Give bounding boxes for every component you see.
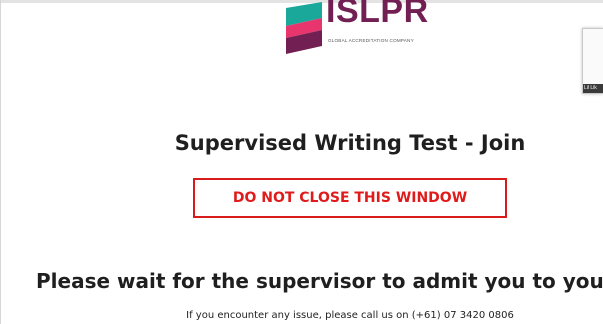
logo-mark-icon xyxy=(286,2,322,54)
window-left-edge xyxy=(0,0,1,324)
logo-tagline: GLOBAL ACCREDITATION COMPANY xyxy=(328,38,414,43)
waiting-headline: Please wait for the supervisor to admit … xyxy=(36,269,603,293)
video-preview-caption: Lil Lik xyxy=(583,84,603,93)
page-title: Supervised Writing Test - Join xyxy=(174,131,526,155)
do-not-close-warning: DO NOT CLOSE THIS WINDOW xyxy=(193,178,507,218)
contact-support-text: If you encounter any issue, please call … xyxy=(186,310,514,321)
islpr-logo: ISLPR GLOBAL ACCREDITATION COMPANY xyxy=(286,0,429,56)
join-page: ISLPR GLOBAL ACCREDITATION COMPANY Lil L… xyxy=(0,0,603,324)
logo-brand-name: ISLPR xyxy=(326,0,429,30)
warning-text: DO NOT CLOSE THIS WINDOW xyxy=(232,190,468,206)
self-video-preview[interactable]: Lil Lik xyxy=(582,28,603,94)
